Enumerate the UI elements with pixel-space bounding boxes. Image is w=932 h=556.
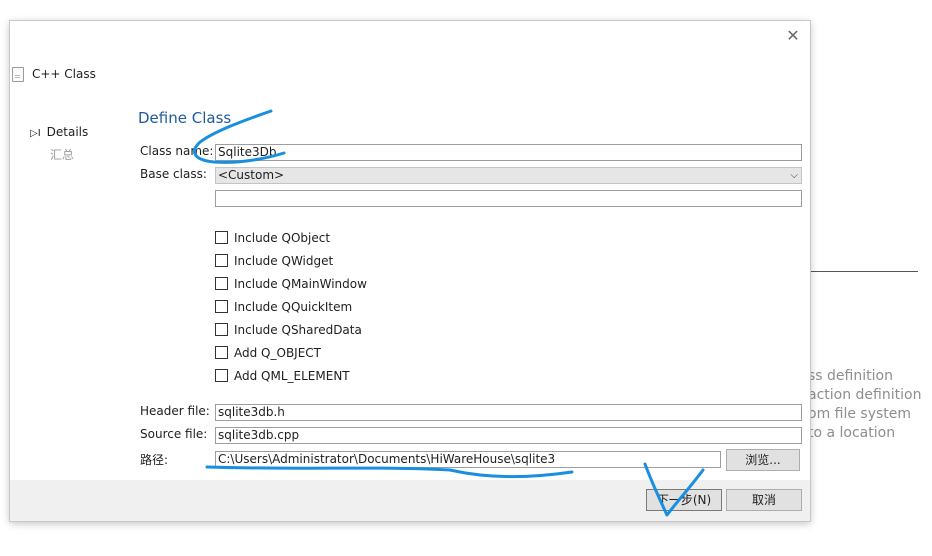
- checkbox-box[interactable]: [215, 369, 228, 382]
- include-qquickitem-checkbox[interactable]: Include QQuickItem: [215, 300, 352, 316]
- cancel-button[interactable]: 取消: [726, 489, 802, 511]
- background-text: to a location: [808, 425, 896, 441]
- include-qobject-checkbox[interactable]: Include QObject: [215, 231, 330, 247]
- nav-item-label: Details: [46, 125, 89, 139]
- checkbox-box[interactable]: [215, 254, 228, 267]
- source-file-label: Source file:: [140, 427, 208, 441]
- background-text: ss definition: [808, 368, 893, 384]
- browse-button[interactable]: 浏览...: [726, 449, 800, 471]
- checkbox-label: Include QSharedData: [234, 323, 362, 337]
- add-qml-element-checkbox[interactable]: Add QML_ELEMENT: [215, 369, 350, 385]
- background-text: action definition: [808, 387, 922, 403]
- wizard-title: C++ Class: [32, 67, 96, 81]
- file-icon: [12, 67, 24, 82]
- page-title: Define Class: [138, 109, 232, 127]
- close-icon[interactable]: ✕: [784, 27, 802, 45]
- class-name-label: Class name:: [140, 144, 214, 158]
- checkbox-label: Include QWidget: [234, 254, 334, 268]
- include-qwidget-checkbox[interactable]: Include QWidget: [215, 254, 333, 270]
- checkbox-box[interactable]: [215, 277, 228, 290]
- checkbox-label: Add QML_ELEMENT: [234, 369, 350, 383]
- nav-item-summary[interactable]: 汇总: [50, 146, 74, 163]
- background-text: om file system: [808, 406, 912, 422]
- checkbox-label: Include QQuickItem: [234, 300, 353, 314]
- source-file-input[interactable]: sqlite3db.cpp: [215, 427, 802, 444]
- base-class-label: Base class:: [140, 167, 207, 181]
- base-class-value: <Custom>: [218, 168, 285, 182]
- new-class-wizard-dialog: ✕ C++ Class ▷I Details 汇总 Define Class Cl…: [10, 21, 810, 521]
- checkbox-box[interactable]: [215, 300, 228, 313]
- checkbox-box[interactable]: [215, 231, 228, 244]
- base-class-select[interactable]: <Custom> ⌵: [215, 167, 802, 184]
- checkbox-label: Include QMainWindow: [234, 277, 367, 291]
- checkbox-box[interactable]: [215, 346, 228, 359]
- class-name-input[interactable]: Sqlite3Db: [215, 144, 802, 161]
- path-input[interactable]: C:\Users\Administrator\Documents\HiWareH…: [215, 451, 721, 468]
- next-button[interactable]: 下一步(N): [646, 489, 722, 511]
- current-step-marker-icon: ▷I: [30, 128, 41, 139]
- include-qmainwindow-checkbox[interactable]: Include QMainWindow: [215, 277, 367, 293]
- checkbox-label: Add Q_OBJECT: [234, 346, 321, 360]
- custom-base-class-input[interactable]: [215, 190, 802, 207]
- chevron-down-icon: ⌵: [790, 170, 798, 181]
- checkbox-label: Include QObject: [234, 231, 331, 245]
- path-label: 路径:: [140, 453, 169, 467]
- header-file-input[interactable]: sqlite3db.h: [215, 404, 802, 421]
- include-qshareddata-checkbox[interactable]: Include QSharedData: [215, 323, 362, 339]
- add-q-object-checkbox[interactable]: Add Q_OBJECT: [215, 346, 321, 362]
- background-divider: [808, 271, 918, 272]
- checkbox-box[interactable]: [215, 323, 228, 336]
- nav-item-details[interactable]: ▷I Details: [30, 125, 88, 139]
- header-file-label: Header file:: [140, 404, 210, 418]
